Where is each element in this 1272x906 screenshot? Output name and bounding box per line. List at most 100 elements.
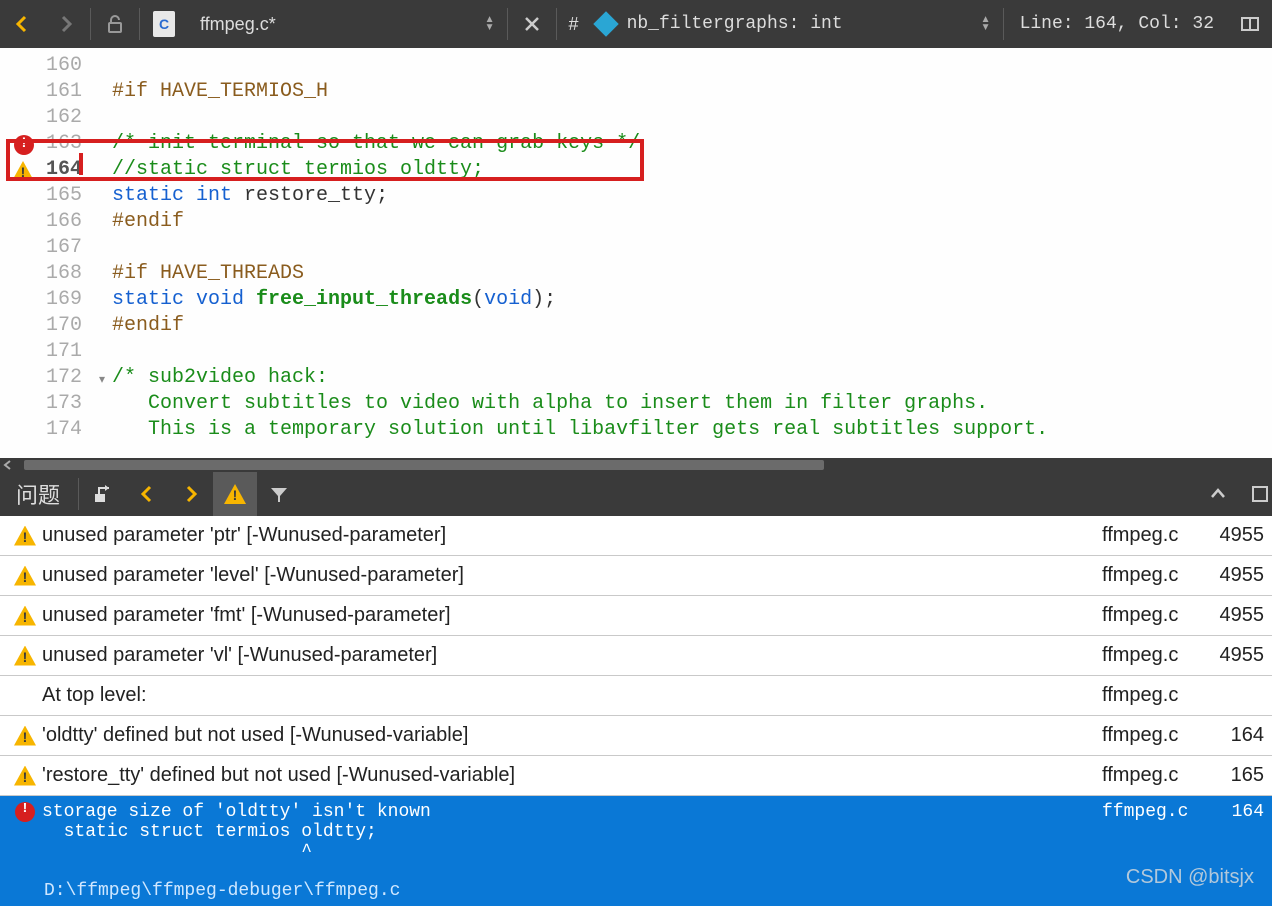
file-spinner[interactable]: ▲▼ xyxy=(481,16,499,32)
code-line[interactable] xyxy=(112,106,1272,132)
problem-file: ffmpeg.c xyxy=(1102,524,1212,547)
warning-icon xyxy=(14,766,36,786)
filter-warnings-button[interactable] xyxy=(213,472,257,516)
problems-panel-toolbar: 问题 xyxy=(0,472,1272,516)
problem-row[interactable]: unused parameter 'vl' [-Wunused-paramete… xyxy=(0,636,1272,676)
filename-text: ffmpeg.c* xyxy=(200,14,276,35)
code-line[interactable] xyxy=(112,340,1272,366)
code-line[interactable]: This is a temporary solution until libav… xyxy=(112,418,1272,444)
problem-row[interactable]: unused parameter 'fmt' [-Wunused-paramet… xyxy=(0,596,1272,636)
code-line[interactable]: /* sub2video hack: xyxy=(112,366,1272,392)
code-line[interactable]: #endif xyxy=(112,314,1272,340)
next-issue-button[interactable] xyxy=(169,472,213,516)
problem-line: 164 xyxy=(1212,724,1272,747)
problem-message: unused parameter 'level' [-Wunused-param… xyxy=(40,564,1102,587)
code-line[interactable]: #endif xyxy=(112,210,1272,236)
separator xyxy=(1003,8,1004,40)
code-line[interactable]: #if HAVE_THREADS xyxy=(112,262,1272,288)
line-number-column: 1601611621631641651661671681691701711721… xyxy=(38,48,92,458)
problem-line: 4955 xyxy=(1212,524,1272,547)
line-number: 168 xyxy=(38,262,92,288)
problem-file: ffmpeg.c xyxy=(1102,724,1212,747)
collapse-panel-button[interactable] xyxy=(1196,472,1240,516)
problem-row-selected[interactable]: storage size of 'oldtty' isn't known sta… xyxy=(0,796,1272,876)
nav-back-button[interactable] xyxy=(0,0,44,48)
problem-row[interactable]: unused parameter 'ptr' [-Wunused-paramet… xyxy=(0,516,1272,556)
problems-list: unused parameter 'ptr' [-Wunused-paramet… xyxy=(0,516,1272,906)
problem-file: ffmpeg.c xyxy=(1102,802,1212,822)
problem-file: ffmpeg.c xyxy=(1102,564,1212,587)
problem-row[interactable]: 'oldtty' defined but not used [-Wunused-… xyxy=(0,716,1272,756)
line-number: 169 xyxy=(38,288,92,314)
problem-message: unused parameter 'vl' [-Wunused-paramete… xyxy=(40,644,1102,667)
separator xyxy=(139,8,140,40)
line-number: 165 xyxy=(38,184,92,210)
symbol-navigator[interactable]: nb_filtergraphs: int xyxy=(597,7,977,41)
problem-message: unused parameter 'ptr' [-Wunused-paramet… xyxy=(40,524,1102,547)
problems-tab-title[interactable]: 问题 xyxy=(0,478,76,510)
line-number: 172 xyxy=(38,366,92,392)
goto-source-icon[interactable] xyxy=(81,472,125,516)
scrollbar-thumb[interactable] xyxy=(24,460,824,470)
warning-icon xyxy=(224,484,246,504)
code-line[interactable] xyxy=(112,236,1272,262)
line-number: 174 xyxy=(38,418,92,444)
symbol-text: nb_filtergraphs: int xyxy=(627,14,843,34)
hash-label: # xyxy=(559,0,589,48)
problem-row[interactable]: 'restore_tty' defined but not used [-Wun… xyxy=(0,756,1272,796)
code-content[interactable]: #if HAVE_TERMIOS_H /* init terminal so th… xyxy=(112,48,1272,458)
line-number: 164 xyxy=(38,158,92,184)
fold-column: ▾ xyxy=(92,48,112,458)
problem-line: 4955 xyxy=(1212,644,1272,667)
problem-line: 164 xyxy=(1212,802,1272,822)
line-number: 163 xyxy=(38,132,92,158)
problem-message: storage size of 'oldtty' isn't known sta… xyxy=(40,802,1102,862)
problem-line: 4955 xyxy=(1212,604,1272,627)
code-line[interactable]: static int restore_tty; xyxy=(112,184,1272,210)
problem-file: ffmpeg.c xyxy=(1102,764,1212,787)
warning-icon xyxy=(12,161,34,181)
problem-message: 'restore_tty' defined but not used [-Wun… xyxy=(40,764,1102,787)
watermark-text: CSDN @bitsjx xyxy=(1126,866,1254,889)
file-type-icon: C xyxy=(142,0,186,48)
code-line[interactable] xyxy=(112,54,1272,80)
problem-row[interactable]: At top level:ffmpeg.c xyxy=(0,676,1272,716)
split-view-icon[interactable] xyxy=(1228,0,1272,48)
editor-horizontal-scrollbar[interactable] xyxy=(0,458,1272,472)
warning-icon xyxy=(14,726,36,746)
problem-line: 165 xyxy=(1212,764,1272,787)
line-number: 167 xyxy=(38,236,92,262)
line-number: 170 xyxy=(38,314,92,340)
code-line[interactable]: /* init terminal so that we can grab key… xyxy=(112,132,1272,158)
fold-toggle-icon[interactable]: ▾ xyxy=(92,366,112,392)
line-number: 166 xyxy=(38,210,92,236)
warning-icon xyxy=(14,526,36,546)
line-number: 160 xyxy=(38,54,92,80)
prev-issue-button[interactable] xyxy=(125,472,169,516)
filter-icon[interactable] xyxy=(257,472,301,516)
close-icon[interactable] xyxy=(510,0,554,48)
line-number: 173 xyxy=(38,392,92,418)
code-line[interactable]: Convert subtitles to video with alpha to… xyxy=(112,392,1272,418)
warning-icon xyxy=(14,606,36,626)
code-editor[interactable]: 1601611621631641651661671681691701711721… xyxy=(0,48,1272,458)
nav-forward-button[interactable] xyxy=(44,0,88,48)
warning-icon xyxy=(14,646,36,666)
panel-options-icon[interactable] xyxy=(1248,472,1272,516)
error-icon xyxy=(14,135,34,155)
code-line[interactable]: static void free_input_threads(void); xyxy=(112,288,1272,314)
gutter-marks-column xyxy=(0,48,38,458)
problem-message: unused parameter 'fmt' [-Wunused-paramet… xyxy=(40,604,1102,627)
problem-message: At top level: xyxy=(40,684,1102,707)
line-number: 161 xyxy=(38,80,92,106)
separator xyxy=(507,8,508,40)
symbol-spinner[interactable]: ▲▼ xyxy=(977,16,995,32)
annotation-cursor-marker xyxy=(79,153,83,175)
lock-icon[interactable] xyxy=(93,0,137,48)
problem-file: ffmpeg.c xyxy=(1102,684,1212,707)
code-line[interactable]: #if HAVE_TERMIOS_H xyxy=(112,80,1272,106)
problem-row[interactable]: unused parameter 'level' [-Wunused-param… xyxy=(0,556,1272,596)
filename-field[interactable]: ffmpeg.c* xyxy=(196,7,471,41)
line-number: 162 xyxy=(38,106,92,132)
code-line[interactable]: //static struct termios oldtty; xyxy=(112,158,1272,184)
